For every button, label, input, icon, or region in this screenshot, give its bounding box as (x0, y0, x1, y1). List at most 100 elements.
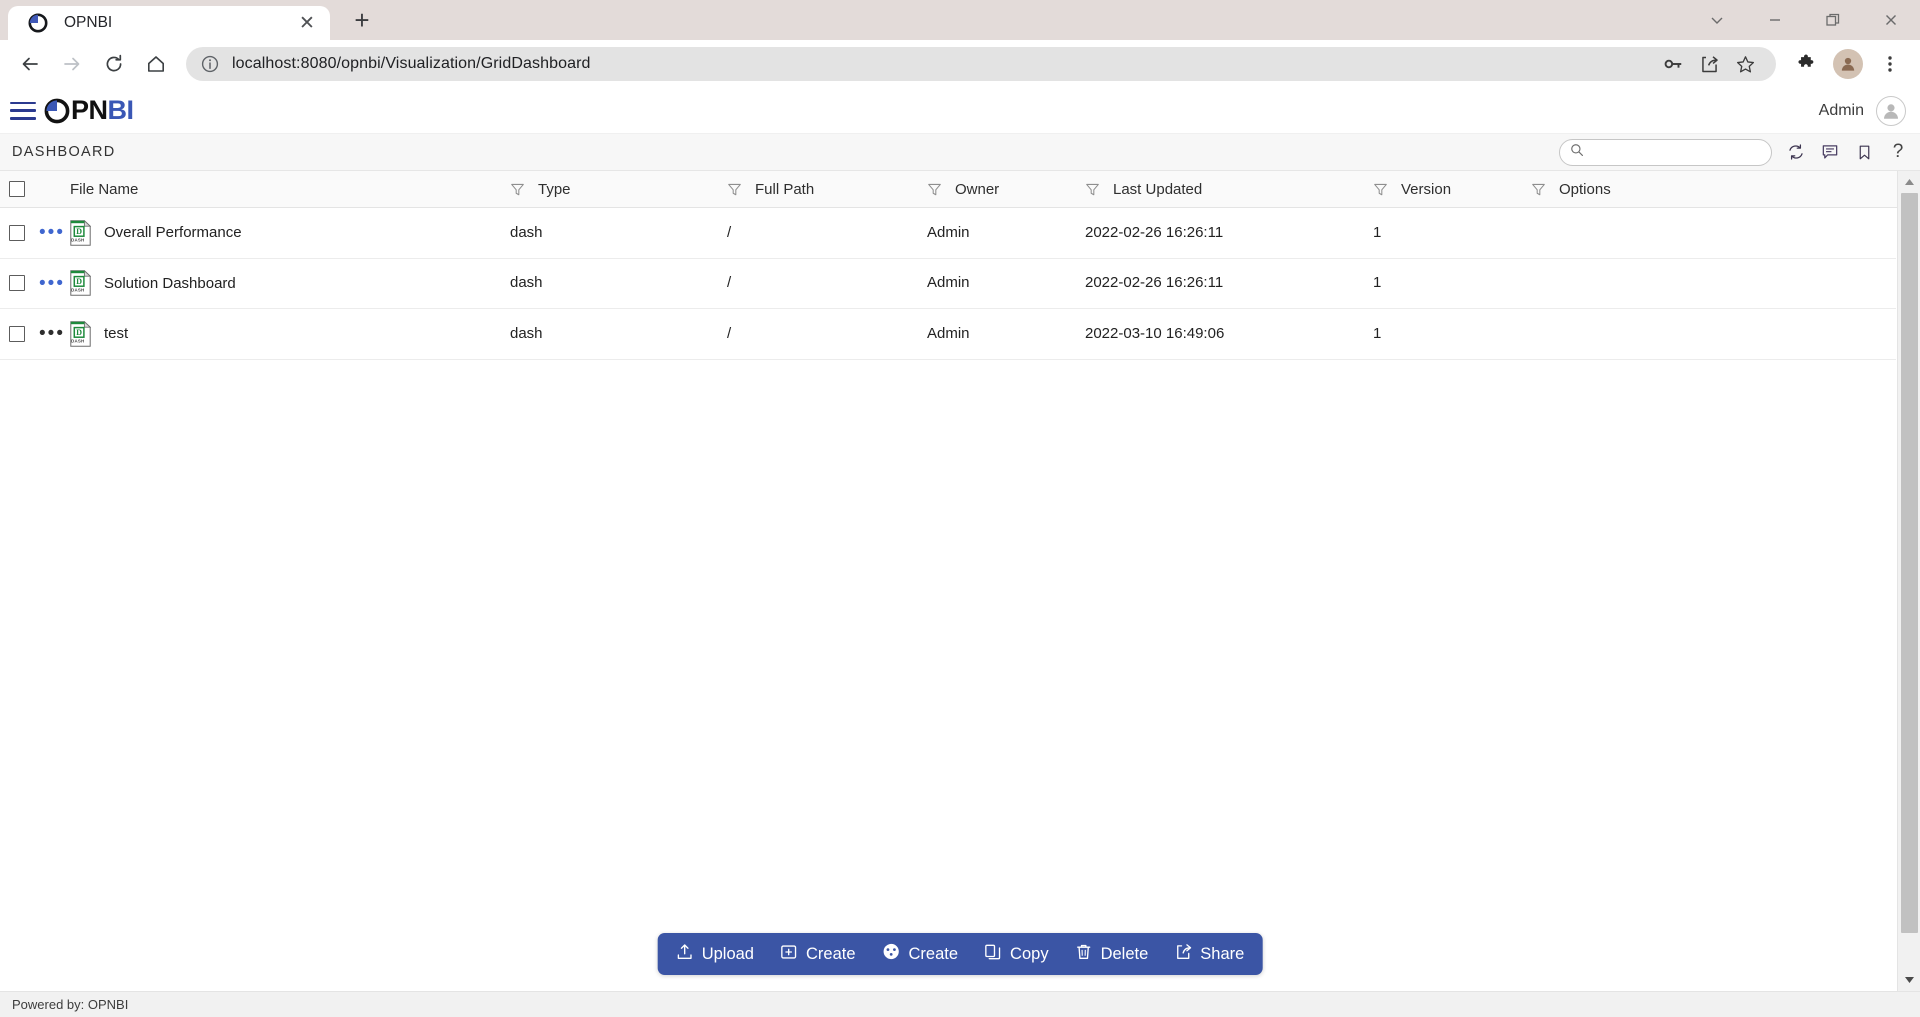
scroll-down-arrow-icon[interactable] (1904, 969, 1915, 991)
vertical-scrollbar[interactable] (1897, 171, 1920, 991)
filter-icon[interactable] (927, 182, 942, 197)
cell-value: Overall Performance (104, 224, 242, 242)
column-label: File Name (70, 180, 139, 198)
browser-tab-opnbi[interactable]: OPNBI ✕ (8, 6, 330, 40)
user-name: Admin (1818, 101, 1864, 119)
filter-icon[interactable] (1085, 182, 1100, 197)
filter-icon[interactable] (1531, 182, 1546, 197)
search-input[interactable] (1591, 144, 1761, 160)
cell-value: 1 (1373, 274, 1382, 292)
cell-value: / (727, 274, 732, 292)
bookmark-star-icon[interactable] (1728, 47, 1762, 81)
table-row[interactable]: ••• D DASH test dash / Admin 2022-03-10 … (0, 309, 1896, 360)
minimize-button[interactable] (1746, 0, 1804, 40)
new-tab-button[interactable]: + (344, 2, 380, 38)
scrollbar-thumb[interactable] (1900, 193, 1918, 933)
site-info-icon[interactable] (200, 54, 220, 74)
svg-text:D: D (76, 227, 82, 236)
column-header-version[interactable]: Version (1373, 181, 1531, 198)
create-button[interactable]: Create (780, 943, 856, 966)
forward-arrow-icon[interactable] (52, 44, 92, 84)
row-menu-icon[interactable]: ••• (34, 273, 70, 293)
search-box[interactable] (1559, 138, 1772, 166)
maximize-button[interactable] (1804, 0, 1862, 40)
column-header-type[interactable]: Type (510, 181, 727, 198)
upload-button[interactable]: Upload (676, 943, 754, 966)
row-menu-icon[interactable]: ••• (34, 324, 70, 344)
cell-value: / (727, 324, 732, 342)
filter-icon[interactable] (727, 182, 742, 197)
tab-search-button[interactable] (1688, 0, 1746, 40)
button-label: Share (1200, 944, 1245, 963)
cell-type: dash (510, 224, 727, 242)
checkbox-box (9, 224, 25, 241)
page-footer: Powered by: OPNBI (0, 991, 1920, 1017)
refresh-icon[interactable] (1786, 142, 1806, 162)
column-header-full-path[interactable]: Full Path (727, 181, 927, 198)
filter-icon[interactable] (1373, 182, 1388, 197)
svg-text:DASH: DASH (71, 237, 84, 242)
cell-value: dash (510, 324, 543, 342)
reload-icon[interactable] (94, 44, 134, 84)
close-icon[interactable]: ✕ (294, 10, 320, 36)
create-dashboard-button[interactable]: Create (882, 942, 958, 966)
column-header-options[interactable]: Options (1531, 181, 1896, 198)
close-window-button[interactable] (1862, 0, 1920, 40)
row-checkbox[interactable] (0, 325, 34, 342)
share-arrow-icon (1174, 943, 1192, 966)
copy-button[interactable]: Copy (984, 943, 1049, 966)
dashboard-grid: File Name Type Full Path Owner Last Upda… (0, 171, 1920, 991)
home-icon[interactable] (136, 44, 176, 84)
copy-icon (984, 943, 1002, 966)
bookmark-icon[interactable] (1854, 142, 1874, 162)
select-all-checkbox[interactable] (0, 181, 34, 197)
cell-file-name: D DASH Overall Performance (70, 219, 510, 246)
row-checkbox[interactable] (0, 224, 34, 241)
hamburger-menu-icon[interactable] (10, 101, 36, 120)
footer-text: Powered by: OPNBI (12, 997, 129, 1012)
cell-value: 2022-02-26 16:26:11 (1085, 223, 1224, 241)
column-header-last-updated[interactable]: Last Updated (1085, 181, 1373, 198)
cell-owner: Admin (927, 274, 1085, 292)
table-row[interactable]: ••• D DASH Solution Dashboard dash / Adm… (0, 258, 1896, 309)
help-icon[interactable]: ? (1888, 141, 1908, 162)
back-arrow-icon[interactable] (10, 44, 50, 84)
column-label: Full Path (755, 180, 815, 198)
three-dot-menu-icon[interactable] (1870, 44, 1910, 84)
svg-text:DASH: DASH (71, 288, 84, 293)
scroll-up-arrow-icon[interactable] (1904, 171, 1915, 193)
omnibox-actions (1656, 47, 1762, 81)
app-logo[interactable]: PN BI (44, 95, 134, 126)
address-bar[interactable]: localhost:8080/opnbi/Visualization/GridD… (186, 47, 1776, 81)
address-bar-url: localhost:8080/opnbi/Visualization/GridD… (232, 55, 591, 72)
cell-version: 1 (1373, 274, 1531, 292)
column-header-file-name[interactable]: File Name (70, 181, 510, 198)
password-key-icon[interactable] (1656, 47, 1690, 81)
cell-type: dash (510, 274, 727, 292)
user-avatar-icon[interactable] (1876, 95, 1906, 126)
header-user-area: Admin (1818, 95, 1906, 126)
column-header-owner[interactable]: Owner (927, 181, 1085, 198)
column-label: Options (1559, 180, 1611, 198)
cell-value: dash (510, 223, 543, 241)
row-menu-icon[interactable]: ••• (34, 223, 70, 243)
share-button[interactable]: Share (1174, 943, 1244, 966)
cell-file-name: D DASH Solution Dashboard (70, 270, 510, 296)
cell-full-path: / (727, 325, 927, 343)
filter-icon[interactable] (510, 182, 525, 197)
cell-last-updated: 2022-03-10 16:49:06 (1085, 325, 1373, 343)
logo-text-pn: PN (71, 95, 108, 125)
logo-text-bi: BI (107, 95, 135, 125)
share-icon[interactable] (1692, 47, 1726, 81)
row-checkbox[interactable] (0, 275, 34, 292)
svg-text:D: D (76, 328, 82, 337)
column-label: Owner (955, 180, 1000, 198)
comment-icon[interactable] (1820, 142, 1840, 162)
tab-title: OPNBI (64, 14, 113, 31)
table-row[interactable]: ••• D DASH Overall Performance dash / Ad… (0, 208, 1896, 259)
delete-button[interactable]: Delete (1075, 943, 1148, 966)
profile-avatar-icon[interactable] (1828, 44, 1868, 84)
puzzle-piece-icon[interactable] (1786, 44, 1826, 84)
dash-file-icon: D DASH (70, 219, 92, 246)
module-toolbar-right: ? (1559, 138, 1908, 166)
